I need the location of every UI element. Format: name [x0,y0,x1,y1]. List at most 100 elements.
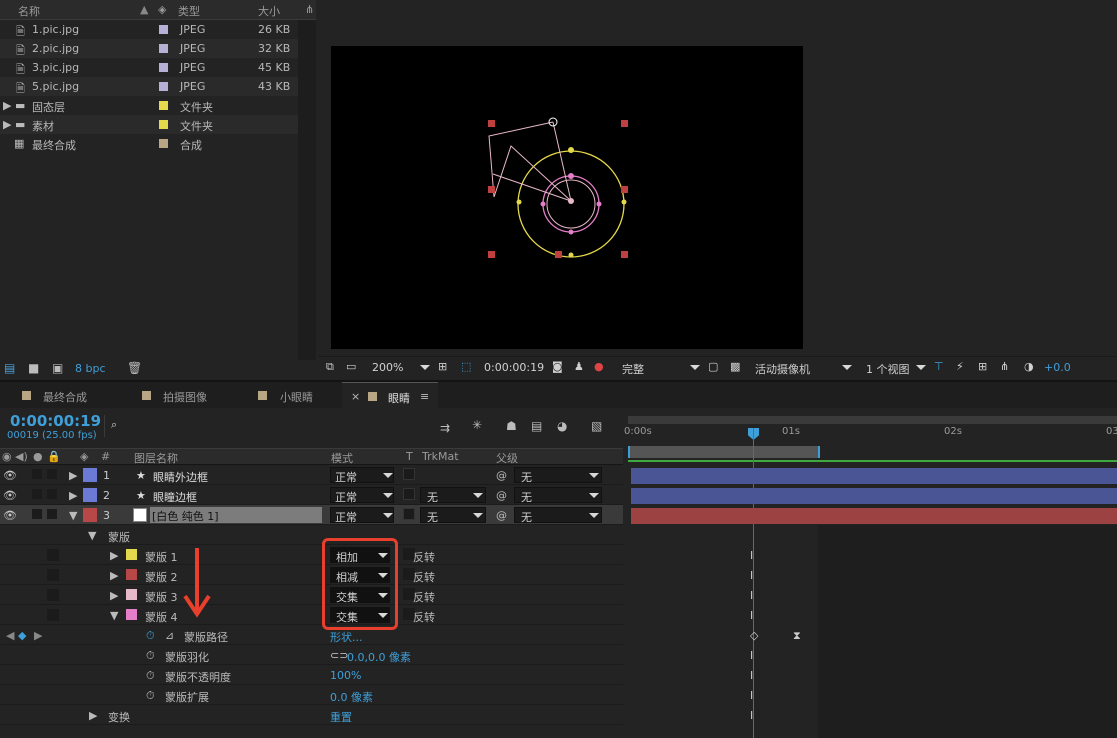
mask-row[interactable]: ▶ 蒙版 2 相减 反转 [0,565,623,585]
stopwatch-icon[interactable]: ⏱ [146,689,155,703]
layer-label-color[interactable] [83,508,97,522]
zoom-dropdown-icon[interactable] [420,365,430,370]
mask-color-swatch[interactable] [126,609,137,620]
always-preview-icon[interactable]: ⧉ [326,360,334,374]
mask-row[interactable]: ▼ 蒙版 4 交集 反转 [0,605,623,625]
layer-duration-bar[interactable] [631,488,1117,504]
channels-icon[interactable]: ● [594,360,604,373]
exposure-value[interactable]: +0.0 [1044,361,1071,374]
stopwatch-icon[interactable]: ⏱ [146,629,155,643]
transparency-grid-icon[interactable]: ▩ [730,360,740,373]
monitor-icon[interactable]: ▭ [346,360,356,373]
lock-switch[interactable] [47,609,59,621]
safe-margins-icon[interactable]: ⊞ [438,360,447,373]
property-keyframe-marker[interactable]: I [750,649,757,662]
shy-layers-icon[interactable]: ☗ [506,419,517,433]
col-t[interactable]: T [406,450,413,463]
mask-row[interactable]: ▶ 蒙版 3 交集 反转 [0,585,623,605]
solo-switch[interactable] [32,509,42,519]
pick-whip-icon[interactable]: @ [496,489,507,502]
views-dropdown-icon[interactable] [916,365,926,370]
mask-name[interactable]: 蒙版 1 [145,549,178,565]
hold-keyframe-icon[interactable]: ⧗ [793,629,801,643]
label-color-swatch[interactable] [159,139,168,148]
reset-exposure-icon[interactable]: ◑ [1024,360,1034,373]
project-item[interactable]: ▦ 最终合成 合成 [0,134,298,153]
transform-row[interactable]: ▶ 变换 重置 [0,705,623,725]
label-color-swatch[interactable] [159,63,168,72]
camera-value[interactable]: 活动摄像机 [755,361,810,377]
draft-3d-icon[interactable]: ✳ [472,418,482,432]
property-value[interactable]: 形状... [330,629,363,645]
comp-mini-flowchart-icon[interactable]: ⇉ [440,421,450,435]
mode-dropdown[interactable]: 正常 [330,487,394,504]
label-tag-icon[interactable]: ◈ [158,3,166,16]
audio-switch-icon[interactable]: ◀) [15,450,28,463]
prev-keyframe-icon[interactable]: ◀ [6,629,14,642]
mode-dropdown[interactable]: 正常 [330,507,394,524]
graph-icon[interactable]: ⊿ [165,629,174,642]
show-snapshot-icon[interactable]: ♟ [574,360,584,373]
mask-name[interactable]: 蒙版 4 [145,609,178,625]
property-value[interactable]: 100% [330,669,361,682]
twirl-closed-icon[interactable]: ▶ [69,469,77,482]
solo-icon[interactable]: ● [33,450,43,463]
preserve-transparency-checkbox[interactable] [403,488,415,500]
keyframe-diamond-icon[interactable]: ◆ [18,629,26,642]
project-item[interactable]: 🗎 2.pic.jpg JPEG 32 KB [0,39,298,58]
project-item[interactable]: ▶ ▬ 素材 文件夹 [0,115,298,134]
twirl-closed-icon[interactable]: ▶ [69,489,77,502]
frame-blending-icon[interactable]: ▤ [531,419,542,433]
label-color-swatch[interactable] [159,120,168,129]
eye-icon[interactable]: 👁 [3,489,17,502]
project-scrollbar[interactable] [298,20,316,360]
mask-color-swatch[interactable] [126,589,137,600]
label-color-swatch[interactable] [159,82,168,91]
layer-name[interactable]: 眼瞳边框 [153,489,197,505]
snapshot-icon[interactable]: ◙ [552,360,563,373]
parent-dropdown[interactable]: 无 [514,507,602,524]
property-keyframe-marker[interactable]: I [750,669,757,682]
fast-preview-icon[interactable]: ⚡ [956,360,964,373]
layer-duration-bar[interactable] [631,508,1117,524]
toggle-pixel-aspect-icon[interactable]: ⊤ [934,360,944,373]
views-value[interactable]: 1 个视图 [866,361,910,377]
camera-dropdown-icon[interactable] [842,365,852,370]
lock-switch[interactable] [47,509,57,519]
mask-color-swatch[interactable] [126,549,137,560]
lock-switch[interactable] [47,489,57,499]
stopwatch-icon[interactable]: ⏱ [146,649,155,663]
viewer-canvas[interactable] [331,46,803,349]
tab-menu-icon[interactable]: ≡ [420,390,429,403]
interpret-footage-icon[interactable]: ▤ [4,361,15,375]
project-item[interactable]: 🗎 1.pic.jpg JPEG 26 KB [0,20,298,39]
lock-switch[interactable] [47,569,59,581]
trkmat-dropdown[interactable]: 无 [420,487,486,504]
solo-switch[interactable] [32,489,42,499]
pick-whip-icon[interactable]: @ [496,509,507,522]
label-color-swatch[interactable] [159,101,168,110]
label-column-icon[interactable]: ◈ [80,450,88,463]
tab-small-eye[interactable]: 小眼睛 [250,382,340,408]
layer-label-color[interactable] [83,468,97,482]
mode-dropdown[interactable]: 正常 [330,467,394,484]
lock-icon[interactable]: 🔒 [47,450,61,463]
project-item[interactable]: ▶ ▬ 固态层 文件夹 [0,96,298,115]
col-parent[interactable]: 父级 [496,450,518,466]
stopwatch-icon[interactable]: ⏱ [146,669,155,683]
next-keyframe-icon[interactable]: ▶ [34,629,42,642]
layer-row[interactable]: 👁 ▶ 2 ★ 眼瞳边框 正常 无 @ 无 [0,485,623,505]
property-value[interactable]: 0.0 像素 [330,689,373,705]
layer-label-color[interactable] [83,488,97,502]
trkmat-dropdown[interactable]: 无 [420,507,486,524]
tab-capture[interactable]: 拍摄图像 [132,382,242,408]
lock-switch[interactable] [47,589,59,601]
viewer-timecode[interactable]: 0:00:00:19 [484,361,544,374]
property-row[interactable]: ⏱ 蒙版不透明度 100% [0,665,623,685]
mask-color-swatch[interactable] [126,569,137,580]
work-area-bar[interactable] [628,446,820,458]
twirl-open-icon[interactable]: ▼ [88,529,96,542]
mask-row[interactable]: ▶ 蒙版 1 相加 反转 [0,545,623,565]
eye-icon[interactable]: 👁 [3,469,17,482]
search-icon[interactable]: ⌕ [111,418,117,432]
